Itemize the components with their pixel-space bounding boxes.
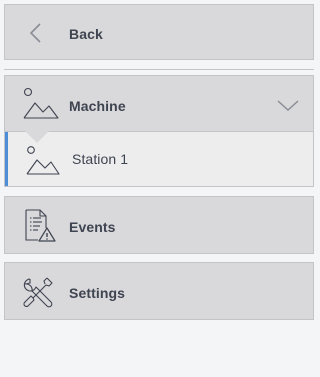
events-button[interactable]: Events	[4, 196, 314, 254]
image-icon	[21, 87, 61, 121]
back-button[interactable]: Back	[4, 4, 314, 60]
station-1-item[interactable]: Station 1	[4, 132, 314, 187]
image-icon	[24, 145, 62, 177]
chevron-left-icon	[27, 22, 47, 44]
chevron-down-icon[interactable]	[277, 100, 299, 112]
selection-indicator	[5, 132, 8, 186]
settings-label: Settings	[69, 285, 126, 301]
navigation-panel: Back Machine Station 1 Events Settings	[4, 4, 314, 320]
station-label: Station 1	[72, 151, 129, 167]
machine-label: Machine	[69, 98, 126, 114]
tools-icon	[21, 275, 55, 309]
document-warning-icon	[22, 208, 58, 244]
back-label: Back	[69, 26, 103, 42]
events-label: Events	[69, 219, 116, 235]
divider	[4, 69, 314, 70]
machine-button[interactable]: Machine	[4, 75, 314, 143]
active-pointer	[25, 131, 49, 143]
settings-button[interactable]: Settings	[4, 262, 314, 320]
